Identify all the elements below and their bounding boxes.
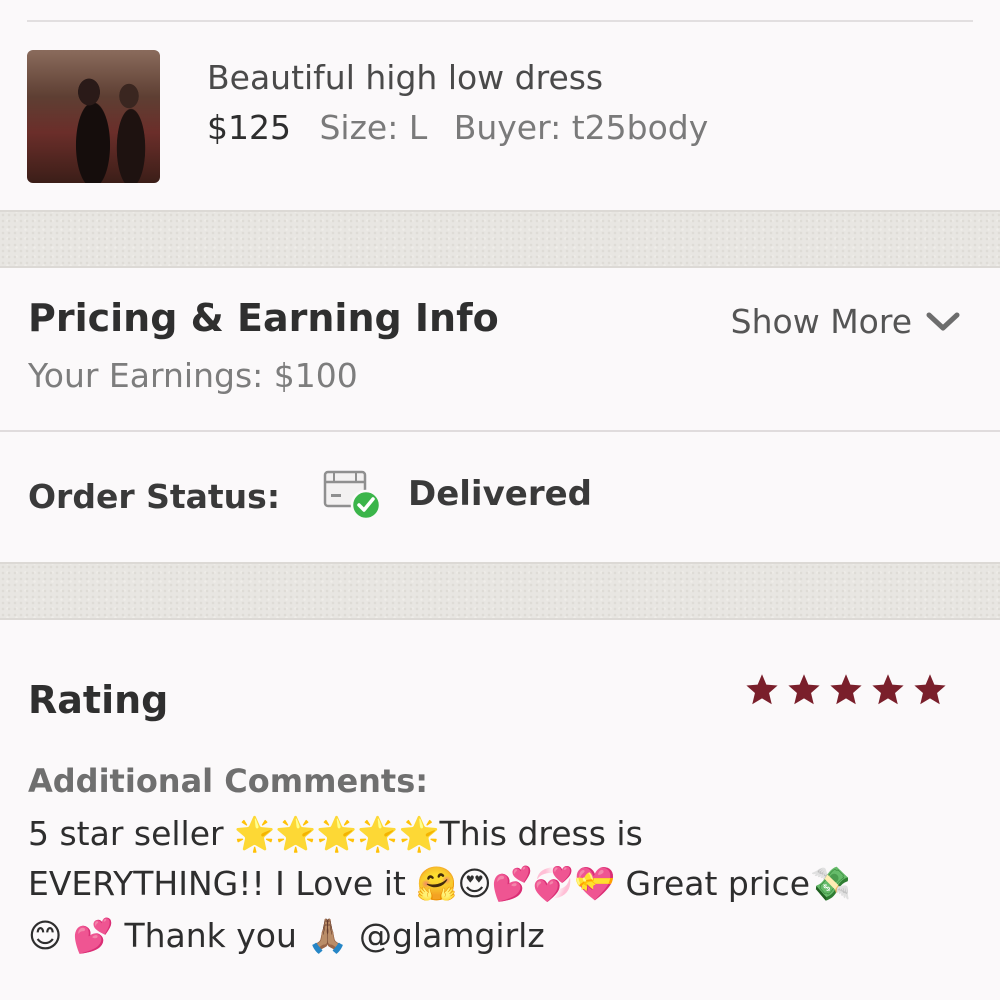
item-price: $125: [207, 108, 291, 147]
additional-comments-label: Additional Comments:: [28, 762, 429, 800]
star-rating: [744, 672, 948, 708]
item-size: Size: L: [319, 108, 428, 147]
order-status-value: Delivered: [408, 474, 592, 514]
star-icon: [746, 674, 778, 705]
item-buyer[interactable]: Buyer: t25body: [454, 108, 709, 147]
earnings-text: Your Earnings: $100: [28, 356, 358, 395]
star-icon: [914, 674, 946, 705]
item-title: Beautiful high low dress: [207, 58, 604, 97]
order-status-row: Order Status: Delivered: [0, 432, 1000, 562]
order-status-label: Order Status:: [28, 477, 281, 516]
item-thumbnail[interactable]: [27, 50, 160, 183]
item-meta: $125 Size: L Buyer: t25body: [207, 108, 724, 147]
section-spacer: [0, 562, 1000, 620]
section-spacer: [0, 210, 1000, 268]
package-delivered-icon: [323, 470, 382, 521]
rating-title: Rating: [28, 678, 169, 722]
chevron-down-icon: [926, 312, 960, 330]
comment-text: 5 star seller 🌟🌟🌟🌟🌟This dress is: [28, 814, 643, 853]
star-icon: [788, 674, 820, 705]
show-more-button[interactable]: Show More: [731, 302, 960, 341]
star-icon: [872, 674, 904, 705]
show-more-label: Show More: [730, 302, 912, 341]
rating-section: Rating Additional Comments: 5 star selle…: [0, 618, 1000, 1000]
pricing-title: Pricing & Earning Info: [28, 296, 499, 340]
pricing-section: Pricing & Earning Info Your Earnings: $1…: [0, 268, 1000, 430]
order-item-row[interactable]: Beautiful high low dress $125 Size: L Bu…: [0, 22, 1000, 210]
comment-text: EVERYTHING!! I Love it 🤗😍💕💞💝 Great price…: [28, 864, 852, 903]
star-icon: [830, 674, 862, 705]
comment-text: 😊 💕 Thank you 🙏🏽 @glamgirlz: [28, 916, 545, 955]
